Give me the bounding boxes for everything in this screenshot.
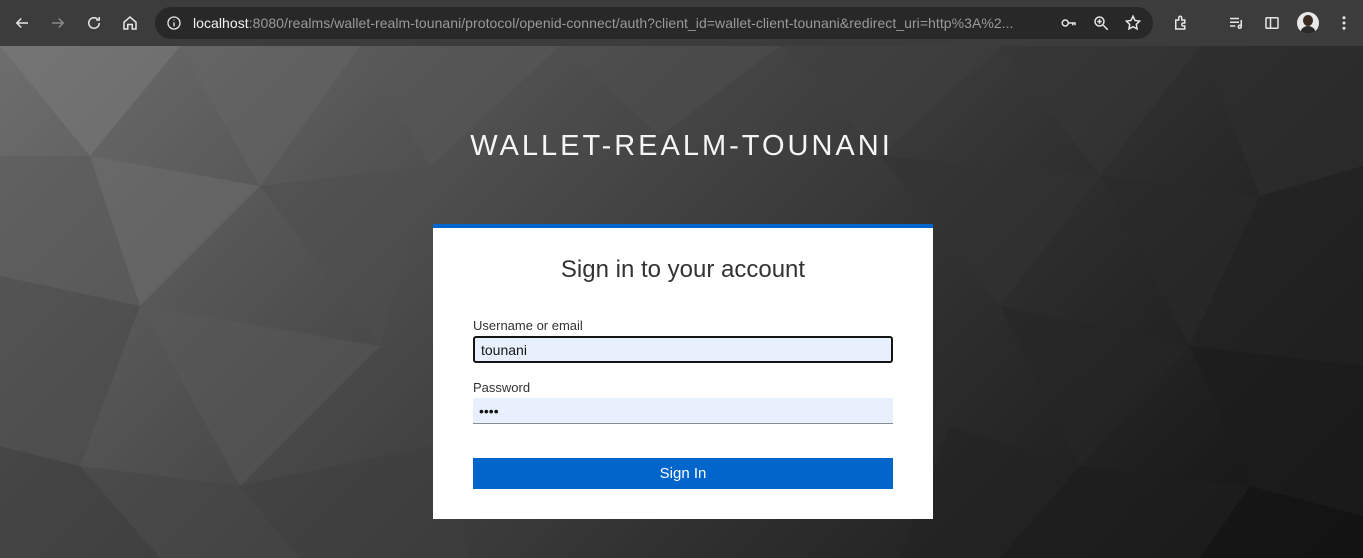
side-panel-icon[interactable] xyxy=(1263,9,1281,37)
browser-toolbar: localhost:8080/realms/wallet-realm-touna… xyxy=(0,0,1363,46)
url-host: localhost xyxy=(193,15,249,31)
login-page-background: WALLET-REALM-TOUNANI Sign in to your acc… xyxy=(0,46,1363,558)
login-card: Sign in to your account Username or emai… xyxy=(433,224,933,519)
home-icon[interactable] xyxy=(116,9,144,37)
password-label: Password xyxy=(473,380,531,395)
menu-kebab-icon[interactable] xyxy=(1335,9,1353,37)
username-input[interactable] xyxy=(473,336,893,363)
reload-icon[interactable] xyxy=(80,9,108,37)
avatar xyxy=(1297,12,1319,34)
password-key-icon[interactable] xyxy=(1059,13,1079,33)
address-bar[interactable]: localhost:8080/realms/wallet-realm-touna… xyxy=(155,7,1153,39)
username-label: Username or email xyxy=(473,318,583,333)
forward-icon[interactable] xyxy=(44,9,72,37)
url-path: :8080/realms/wallet-realm-tounani/protoc… xyxy=(248,15,1014,31)
extensions-icon[interactable] xyxy=(1172,9,1190,37)
back-icon[interactable] xyxy=(8,9,36,37)
profile-button[interactable] xyxy=(1297,9,1319,37)
sign-in-button[interactable]: Sign In xyxy=(473,458,893,489)
bookmark-star-icon[interactable] xyxy=(1123,13,1143,33)
site-info-icon[interactable] xyxy=(165,14,183,32)
password-input[interactable] xyxy=(473,398,893,424)
realm-title: WALLET-REALM-TOUNANI xyxy=(470,130,893,162)
media-queue-icon[interactable] xyxy=(1227,9,1245,37)
zoom-icon[interactable] xyxy=(1091,13,1111,33)
url-text[interactable]: localhost:8080/realms/wallet-realm-touna… xyxy=(193,15,1053,31)
login-heading: Sign in to your account xyxy=(560,256,806,283)
